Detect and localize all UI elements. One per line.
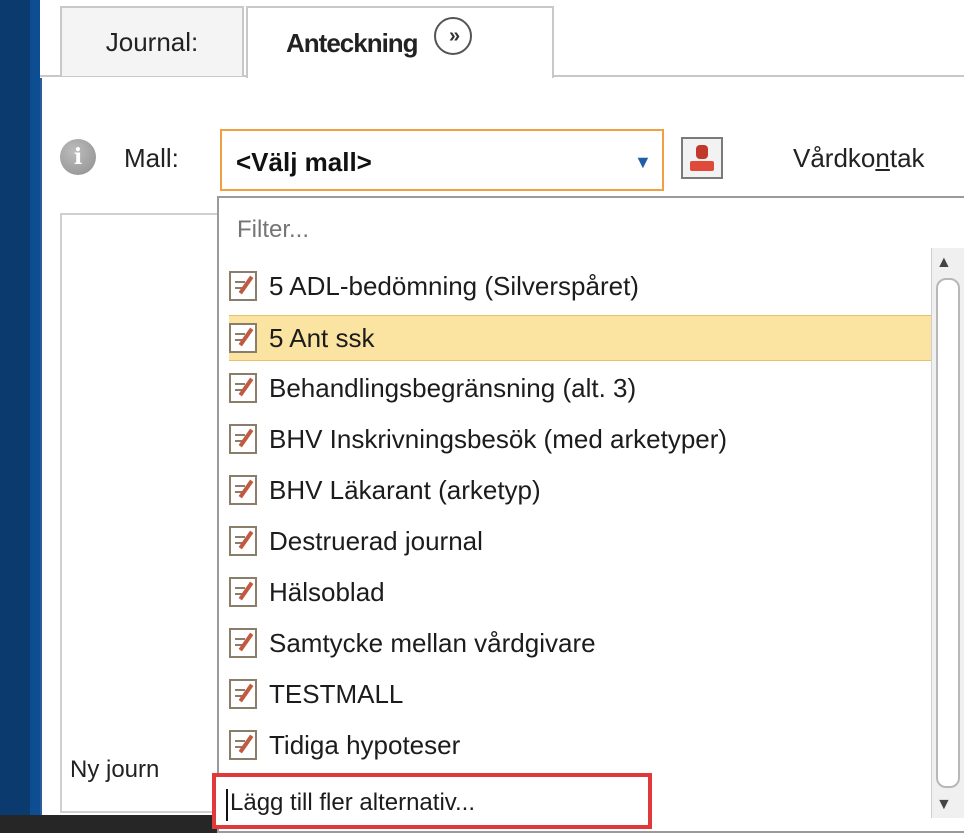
tab-journal[interactable]: Journal:: [60, 6, 244, 76]
template-document-icon: [229, 373, 257, 403]
template-list-item-label: 5 ADL-bedömning (Silverspåret): [269, 270, 639, 301]
template-list-item-label: Behandlingsbegränsning (alt. 3): [269, 372, 637, 403]
chevron-down-icon[interactable]: ▼: [634, 152, 652, 173]
vardkontakt-label: Vårdkontak: [793, 143, 925, 174]
template-document-icon: [229, 526, 257, 556]
dropdown-scrollbar[interactable]: ▲ ▼: [931, 248, 964, 818]
template-document-icon: [229, 577, 257, 607]
template-list-item[interactable]: Samtycke mellan vårdgivare: [229, 621, 934, 665]
template-list-item-label: Samtycke mellan vårdgivare: [269, 627, 596, 658]
tab-anteckning[interactable]: Anteckning »: [246, 6, 554, 78]
journal-list-box: [60, 213, 240, 813]
template-list-item[interactable]: 5 ADL-bedömning (Silverspåret): [229, 264, 934, 308]
vardkontakt-label-part1: Vårdko: [793, 143, 876, 173]
template-list-item-label: BHV Inskrivningsbesök (med arketyper): [269, 423, 728, 454]
template-list-item[interactable]: Destruerad journal: [229, 519, 934, 563]
template-document-icon: [229, 679, 257, 709]
scroll-up-arrow-icon[interactable]: ▲: [936, 254, 952, 272]
filter-row: [231, 206, 951, 254]
add-more-options-label: Lägg till fler alternativ...: [230, 789, 476, 816]
mall-label: Mall:: [124, 143, 179, 173]
template-document-icon: [229, 323, 257, 353]
template-document-icon: [229, 730, 257, 760]
ny-journal-button[interactable]: Ny journ: [70, 756, 159, 784]
template-list-item-label: Hälsoblad: [269, 576, 385, 607]
scroll-thumb[interactable]: [936, 278, 960, 788]
text-caret: [226, 789, 228, 821]
vardkontakt-label-accesskey: n: [875, 143, 890, 173]
template-list-item[interactable]: TESTMALL: [229, 672, 934, 716]
template-list-item-label: Tidiga hypoteser: [269, 729, 461, 760]
template-list-item-label: 5 Ant ssk: [269, 322, 375, 353]
template-select-value: <Välj mall>: [236, 147, 372, 177]
stamp-icon: [696, 145, 708, 159]
filter-input[interactable]: [237, 216, 837, 244]
template-list-item[interactable]: BHV Läkarant (arketyp): [229, 468, 934, 512]
template-list-item[interactable]: Behandlingsbegränsning (alt. 3): [229, 366, 934, 410]
template-dropdown: 5 ADL-bedömning (Silverspåret) 5 Ant ssk B…: [217, 196, 964, 833]
window-frame-accent: [30, 0, 40, 833]
template-list-item-label: Destruerad journal: [269, 525, 483, 556]
vardkontakt-label-part2: tak: [889, 143, 925, 173]
tab-anteckning-label: Anteckning: [286, 27, 419, 58]
double-chevron-right-icon[interactable]: »: [433, 17, 472, 55]
template-list-item-label: BHV Läkarant (arketyp): [269, 474, 541, 505]
template-document-icon: [229, 271, 257, 301]
template-list-item[interactable]: BHV Inskrivningsbesök (med arketyper): [229, 417, 934, 461]
add-more-options-item[interactable]: Lägg till fler alternativ...: [212, 773, 652, 829]
scroll-down-arrow-icon[interactable]: ▼: [936, 796, 952, 814]
template-list-item-label: TESTMALL: [269, 678, 404, 709]
template-list-item[interactable]: 5 Ant ssk: [229, 315, 934, 361]
template-list-item[interactable]: Tidiga hypoteser: [229, 723, 934, 767]
template-document-icon: [229, 424, 257, 454]
template-select[interactable]: <Välj mall> ▼: [220, 129, 664, 191]
template-document-icon: [229, 628, 257, 658]
stamp-button[interactable]: [681, 137, 723, 179]
template-list-item[interactable]: Hälsoblad: [229, 570, 934, 614]
template-document-icon: [229, 475, 257, 505]
info-icon[interactable]: i: [60, 139, 96, 175]
stamp-icon-base: [690, 161, 714, 171]
